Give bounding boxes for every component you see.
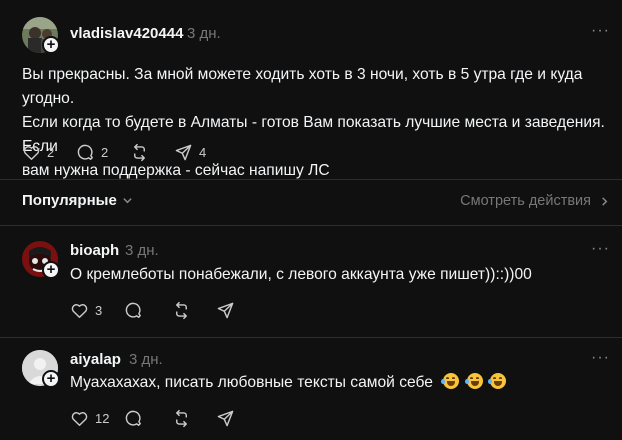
like-button[interactable]: 3 bbox=[70, 301, 124, 320]
send-icon bbox=[217, 302, 234, 319]
share-button[interactable]: 4 bbox=[174, 143, 218, 162]
like-count: 3 bbox=[95, 303, 103, 318]
comment-time: 3 дн. bbox=[125, 242, 159, 259]
laughing-emoji-icon bbox=[487, 373, 506, 389]
view-activity-label: Смотреть действия bbox=[460, 193, 591, 209]
sort-dropdown[interactable]: Популярные bbox=[22, 192, 133, 209]
laughing-emoji-icon bbox=[464, 373, 483, 389]
heart-icon bbox=[71, 304, 88, 318]
reply-button[interactable]: 2 bbox=[76, 143, 130, 162]
comment-actions: 12 bbox=[70, 409, 260, 428]
like-button[interactable]: 2 bbox=[22, 143, 76, 162]
comment-text: Муахахахах, писать любовные тексты самой… bbox=[70, 371, 506, 395]
follow-plus-icon[interactable]: + bbox=[42, 36, 60, 54]
send-icon bbox=[175, 144, 192, 161]
repost-button[interactable] bbox=[130, 143, 174, 162]
like-button[interactable]: 12 bbox=[70, 409, 124, 428]
send-icon bbox=[217, 410, 234, 427]
laughing-emoji-icon bbox=[441, 373, 460, 389]
comment-more-icon[interactable]: ··· bbox=[591, 349, 610, 367]
post-time: 3 дн. bbox=[187, 25, 221, 42]
follow-plus-icon[interactable]: + bbox=[42, 261, 60, 279]
post-text: Вы прекрасны. За мной можете ходить хоть… bbox=[22, 63, 617, 183]
comment-icon bbox=[125, 302, 141, 318]
sort-label: Популярные bbox=[22, 192, 117, 209]
comment-username[interactable]: aiyalap bbox=[70, 351, 121, 368]
share-button[interactable] bbox=[216, 301, 260, 320]
post-text-line: Вы прекрасны. За мной можете ходить хоть… bbox=[22, 66, 583, 107]
reply-button[interactable] bbox=[124, 301, 172, 320]
post-more-icon[interactable]: ··· bbox=[591, 22, 610, 40]
post-actions: 2 2 4 bbox=[22, 143, 218, 162]
share-count: 4 bbox=[199, 145, 207, 160]
repost-icon bbox=[134, 143, 145, 162]
comment-actions: 3 bbox=[70, 301, 260, 320]
heart-icon bbox=[23, 146, 40, 160]
follow-plus-icon[interactable]: + bbox=[42, 370, 60, 388]
comment-username[interactable]: bioaph bbox=[70, 242, 119, 259]
divider bbox=[0, 337, 622, 338]
comment-icon bbox=[77, 144, 93, 160]
divider bbox=[0, 225, 622, 226]
chevron-right-icon bbox=[602, 196, 608, 206]
comment-time: 3 дн. bbox=[129, 351, 163, 368]
repost-button[interactable] bbox=[172, 409, 216, 428]
comment-more-icon[interactable]: ··· bbox=[591, 240, 610, 258]
like-count: 2 bbox=[47, 145, 55, 160]
post-username[interactable]: vladislav420444 bbox=[70, 25, 183, 42]
share-button[interactable] bbox=[216, 409, 260, 428]
like-count: 12 bbox=[95, 411, 110, 426]
repost-icon bbox=[176, 409, 187, 428]
chevron-down-icon bbox=[123, 198, 132, 204]
reply-count: 2 bbox=[101, 145, 109, 160]
divider bbox=[0, 179, 622, 180]
comment-text: О кремлеботы понабежали, с левого аккаун… bbox=[70, 266, 532, 283]
view-activity-link[interactable]: Смотреть действия bbox=[460, 193, 610, 209]
comment-text-content: Муахахахах, писать любовные тексты самой… bbox=[70, 374, 433, 391]
reply-button[interactable] bbox=[124, 409, 172, 428]
comment-icon bbox=[125, 410, 141, 426]
heart-icon bbox=[71, 412, 88, 426]
repost-button[interactable] bbox=[172, 301, 216, 320]
repost-icon bbox=[176, 301, 187, 320]
